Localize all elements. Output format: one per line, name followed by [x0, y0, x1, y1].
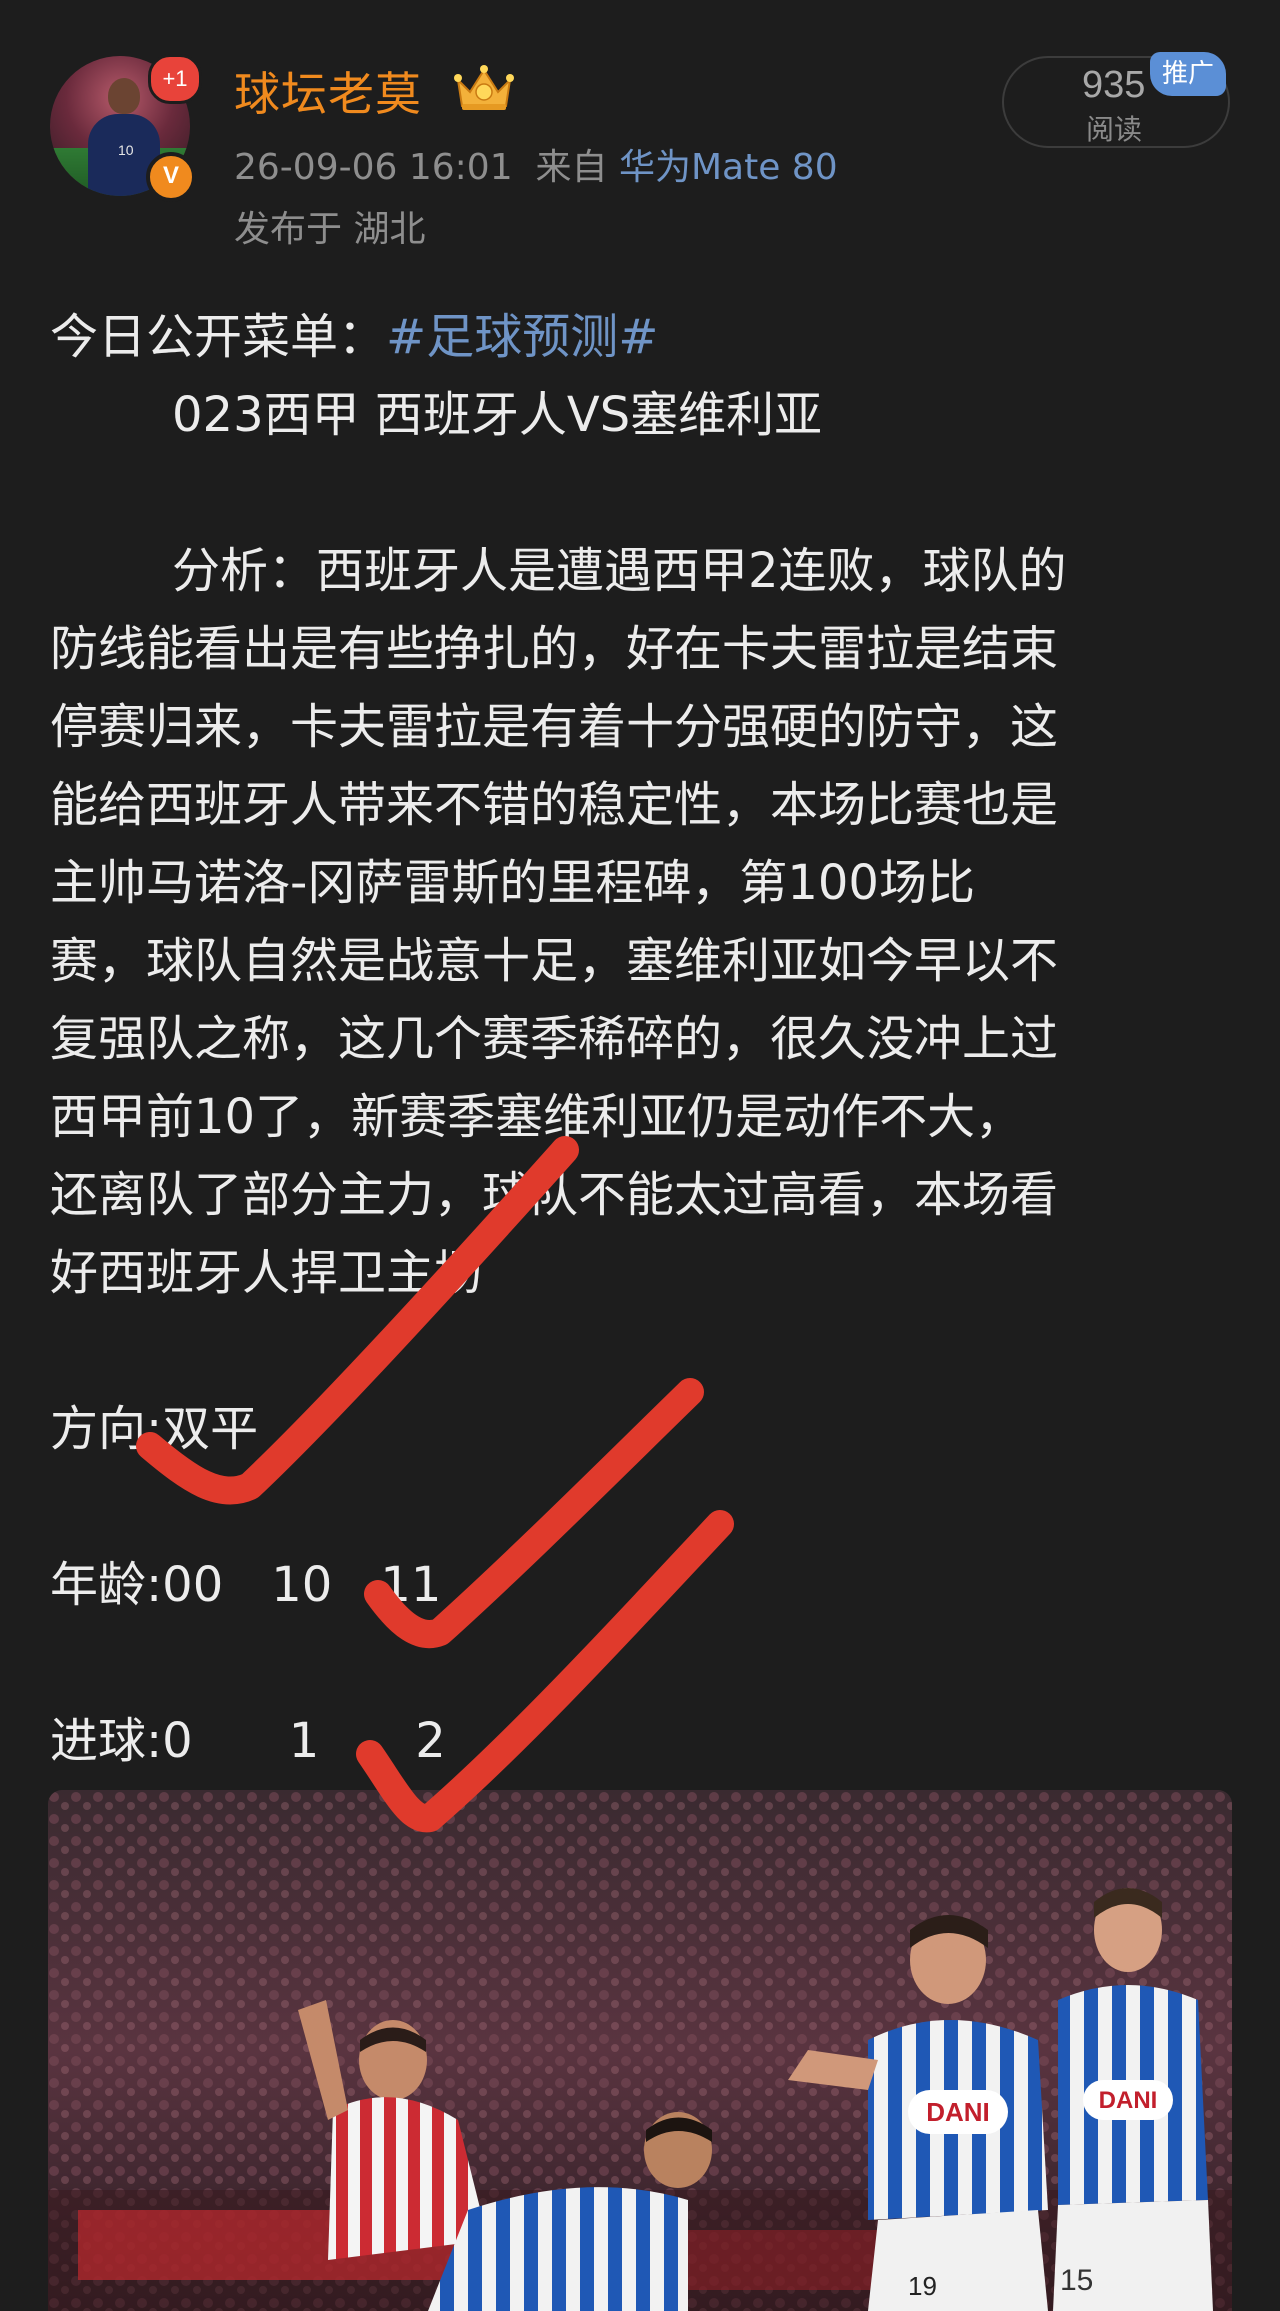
follow-plus-badge[interactable]: +1	[148, 54, 202, 104]
promote-tag[interactable]: 推广	[1150, 52, 1226, 96]
intro-line: 今日公开菜单：#足球预测#	[50, 298, 1230, 376]
direction-line: 方向:双平	[50, 1401, 259, 1457]
analysis-line: 西甲前10了，新赛季塞维利亚仍是动作不大，	[50, 1089, 1024, 1145]
analysis-line: 分析：西班牙人是遭遇西甲2连败，球队的	[172, 543, 1067, 599]
analysis-line: 赛，球队自然是战意十足，塞维利亚如今早以不	[50, 933, 1059, 989]
jersey-sponsor-text: DANI	[926, 2097, 990, 2127]
read-label: 阅读	[1086, 113, 1143, 146]
analysis-line: 停赛归来，卡夫雷拉是有着十分强硬的防守，这	[50, 699, 1059, 755]
device-link[interactable]: 华为Mate 80	[619, 147, 838, 188]
player-number-19: 19	[908, 2271, 937, 2301]
verified-badge-icon: V	[146, 152, 196, 202]
analysis-line: 复强队之称，这几个赛季稀碎的，很久没冲上过	[50, 1011, 1059, 1067]
username[interactable]: 球坛老莫	[234, 58, 422, 124]
age-line: 年龄:00 10 11	[50, 1557, 442, 1613]
source-prefix: 来自	[535, 147, 608, 188]
read-count: 935	[1082, 64, 1146, 106]
avatar[interactable]: 10 +1 V	[50, 54, 202, 202]
analysis-paragraph: 分析：西班牙人是遭遇西甲2连败，球队的 防线能看出是有些挣扎的，好在卡夫雷拉是结…	[50, 532, 1230, 1312]
hashtag-link[interactable]: #足球预测#	[386, 309, 658, 365]
post-photo[interactable]: DANI 19 DANI 15	[48, 1790, 1232, 2311]
analysis-line: 主帅马诺洛-冈萨雷斯的里程碑，第100场比	[50, 855, 975, 911]
match-line: 023西甲 西班牙人VS塞维利亚	[172, 387, 823, 443]
jersey-sponsor-text: DANI	[1099, 2087, 1158, 2114]
post-content: 今日公开菜单：#足球预测# 023西甲 西班牙人VS塞维利亚 分析：西班牙人是遭…	[50, 298, 1230, 1780]
match-photo-illustration: DANI 19 DANI 15	[48, 1790, 1232, 2311]
analysis-line: 还离队了部分主力，球队不能太过高看，本场看	[50, 1167, 1059, 1223]
goals-line: 进球:0 1 2	[50, 1713, 446, 1769]
analysis-line: 能给西班牙人带来不错的稳定性，本场比赛也是	[50, 777, 1059, 833]
analysis-line: 好西班牙人捍卫主场	[50, 1245, 483, 1301]
post-header: 10 +1 V 球坛老莫 26-09-06 16:01 来自 华为Mate 80…	[0, 0, 1280, 270]
crown-level-icon	[454, 65, 514, 110]
player-number-15: 15	[1060, 2264, 1093, 2297]
post-meta: 26-09-06 16:01 来自 华为Mate 80	[234, 138, 838, 190]
avatar-jersey-number: 10	[118, 142, 134, 158]
post-location: 发布于 湖北	[234, 209, 426, 250]
analysis-line: 防线能看出是有些挣扎的，好在卡夫雷拉是结束	[50, 621, 1059, 677]
post-timestamp: 26-09-06 16:01	[234, 147, 513, 188]
intro-prefix: 今日公开菜单：	[50, 309, 387, 365]
